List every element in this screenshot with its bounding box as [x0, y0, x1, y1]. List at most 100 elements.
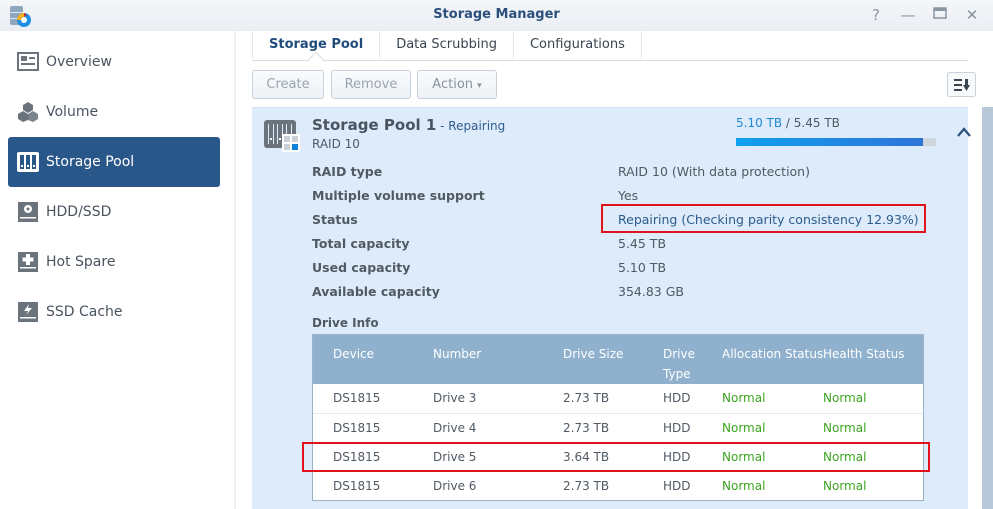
cell-allocation-status: Normal [722, 421, 766, 435]
property-label: Total capacity [312, 236, 410, 251]
cell-device: DS1815 [333, 421, 381, 435]
cell-health-status: Normal [823, 391, 867, 405]
drive-info-table: Device Number Drive Size Drive Type Allo… [312, 334, 924, 501]
close-icon[interactable]: ✕ [963, 6, 981, 24]
sidebar-item-overview[interactable]: Overview [8, 37, 220, 87]
property-label: Status [312, 212, 358, 227]
table-row[interactable]: DS1815 Drive 3 2.73 TB HDD Normal Normal [313, 384, 923, 413]
property-row: Total capacity 5.45 TB [312, 232, 952, 256]
toolbar: Create Remove Action ▾ [252, 70, 985, 100]
property-row: Status Repairing (Checking parity consis… [312, 208, 952, 232]
tab-data-scrubbing[interactable]: Data Scrubbing [380, 31, 514, 59]
usage-progress-fill [736, 138, 924, 146]
property-row: Used capacity 5.10 TB [312, 256, 952, 280]
cell-health-status: Normal [823, 421, 867, 435]
cell-device: DS1815 [333, 450, 381, 464]
sidebar-item-hdd-ssd[interactable]: HDD/SSD [8, 187, 220, 237]
cell-drive-type: HDD [663, 479, 691, 493]
table-row[interactable]: DS1815 Drive 5 3.64 TB HDD Normal Normal [313, 442, 923, 471]
cell-drive-type: HDD [663, 391, 691, 405]
sidebar-item-volume[interactable]: Volume [8, 87, 220, 137]
minimize-icon[interactable]: — [899, 6, 917, 24]
ssd-cache-icon [17, 301, 39, 323]
cell-drive-type: HDD [663, 450, 691, 464]
column-header-drive-type[interactable]: Drive Type [663, 344, 695, 384]
overview-icon [17, 51, 39, 73]
cell-health-status: Normal [823, 479, 867, 493]
cell-drive-size: 2.73 TB [563, 391, 610, 405]
property-row: Available capacity 354.83 GB [312, 280, 952, 304]
help-icon[interactable]: ? [867, 6, 885, 24]
property-row: RAID type RAID 10 (With data protection) [312, 160, 952, 184]
status-value: Repairing (Checking parity consistency 1… [618, 212, 919, 227]
cell-drive-size: 2.73 TB [563, 479, 610, 493]
column-header-health-status[interactable]: Health Status [823, 344, 904, 364]
column-header-number[interactable]: Number [433, 344, 481, 364]
sidebar-item-label: SSD Cache [46, 304, 123, 320]
main-content: Storage Pool Data Scrubbing Configuratio… [236, 31, 993, 509]
sidebar-item-label: Volume [46, 104, 99, 120]
cell-drive-size: 3.64 TB [563, 450, 610, 464]
property-value: 354.83 GB [618, 284, 684, 299]
usage-total: 5.45 TB [793, 116, 840, 130]
property-row: Multiple volume support Yes [312, 184, 952, 208]
column-header-device[interactable]: Device [333, 344, 374, 364]
cell-allocation-status: Normal [722, 450, 766, 464]
sidebar-item-ssd-cache[interactable]: SSD Cache [8, 287, 220, 337]
sidebar-item-label: Hot Spare [46, 254, 116, 270]
pool-state: - Repairing [436, 119, 506, 133]
cell-drive-type: HDD [663, 421, 691, 435]
tab-configurations[interactable]: Configurations [514, 31, 642, 59]
property-label: Multiple volume support [312, 188, 485, 203]
cell-health-status: Normal [823, 450, 867, 464]
property-value: 5.45 TB [618, 236, 667, 251]
sidebar-item-label: HDD/SSD [46, 204, 112, 220]
cell-allocation-status: Normal [722, 391, 766, 405]
window-title: Storage Manager [433, 7, 560, 22]
usage-used: 5.10 TB [736, 116, 783, 130]
create-button[interactable]: Create [252, 70, 324, 99]
sort-button[interactable] [947, 72, 976, 97]
action-dropdown-button[interactable]: Action ▾ [417, 70, 497, 99]
remove-button[interactable]: Remove [331, 70, 411, 99]
scrollbar[interactable] [982, 107, 993, 509]
volume-cubes-icon [17, 101, 39, 123]
chevron-down-icon: ▾ [477, 81, 482, 91]
maximize-icon[interactable] [931, 6, 949, 24]
collapse-button[interactable] [956, 126, 972, 140]
usage-separator: / [782, 116, 794, 130]
storage-pool-icon [17, 151, 39, 173]
cell-number: Drive 3 [433, 391, 477, 405]
title-bar: Storage Manager ? — ✕ [0, 0, 993, 31]
pool-raid-level: RAID 10 [312, 137, 360, 151]
tab-bar: Storage Pool Data Scrubbing Configuratio… [252, 31, 968, 61]
pool-title: Storage Pool 1 - Repairing [312, 116, 505, 134]
sidebar-item-label: Storage Pool [46, 154, 135, 170]
tab-storage-pool[interactable]: Storage Pool [252, 31, 381, 59]
column-header-allocation-status[interactable]: Allocation Status [722, 344, 823, 364]
column-header-drive-size[interactable]: Drive Size [563, 344, 623, 364]
column-header-line: Type [663, 367, 691, 381]
hot-spare-icon [17, 251, 39, 273]
storage-pool-raid-icon [264, 120, 300, 152]
property-label: RAID type [312, 164, 383, 179]
table-row[interactable]: DS1815 Drive 4 2.73 TB HDD Normal Normal [313, 413, 923, 442]
property-value: RAID 10 (With data protection) [618, 164, 810, 179]
cell-device: DS1815 [333, 479, 381, 493]
sidebar: Overview Volume Storage Pool HDD/SSD Hot… [0, 31, 236, 509]
cell-number: Drive 4 [433, 421, 477, 435]
cell-number: Drive 6 [433, 479, 477, 493]
property-value: Yes [618, 188, 639, 203]
storage-pool-panel: Storage Pool 1 - Repairing RAID 10 5.10 … [252, 107, 971, 509]
cell-drive-size: 2.73 TB [563, 421, 610, 435]
drive-info-title: Drive Info [312, 316, 379, 330]
column-header-line: Drive [663, 347, 695, 361]
sidebar-item-hot-spare[interactable]: Hot Spare [8, 237, 220, 287]
table-row[interactable]: DS1815 Drive 6 2.73 TB HDD Normal Normal [313, 471, 923, 500]
sort-icon [953, 78, 970, 91]
sidebar-item-label: Overview [46, 54, 112, 70]
sidebar-item-storage-pool[interactable]: Storage Pool [8, 137, 220, 187]
pool-name: Storage Pool 1 [312, 116, 437, 134]
pool-properties: RAID type RAID 10 (With data protection)… [312, 160, 952, 304]
storage-manager-window: Storage Manager ? — ✕ Overview Volume St… [0, 0, 993, 509]
